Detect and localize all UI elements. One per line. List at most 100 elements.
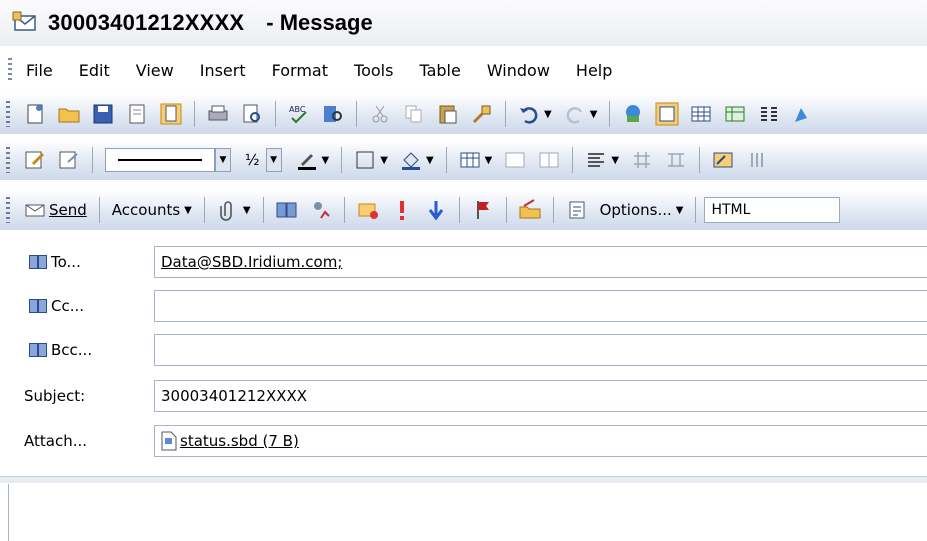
tables-borders-icon[interactable] [655,102,679,126]
reply-edit-icon[interactable] [57,148,81,172]
distribute-rows-icon[interactable] [630,148,654,172]
message-format-dropdown[interactable]: HTML [704,197,841,223]
cut-icon[interactable] [368,102,392,126]
toolbar-separator [356,101,357,127]
paste-icon[interactable] [436,102,460,126]
cc-field[interactable] [154,290,927,322]
open-folder-icon[interactable] [57,102,81,126]
menu-edit[interactable]: Edit [79,61,110,80]
toolbar-separator [695,197,697,223]
standard-toolbar: ABC ▼ ▼ [0,94,927,134]
distribute-columns-icon[interactable] [664,148,688,172]
address-book-icon[interactable] [275,198,299,222]
format-painter-icon[interactable] [470,102,494,126]
new-icon[interactable] [23,102,47,126]
toolbar-separator [458,197,460,223]
menu-view[interactable]: View [136,61,174,80]
line-style-dropdown[interactable] [105,148,215,172]
bcc-label: Bcc... [51,341,93,359]
send-button[interactable]: Send [49,201,87,219]
redo-icon[interactable] [563,102,587,126]
merge-cells-icon[interactable] [503,148,527,172]
chevron-down-icon[interactable]: ▼ [676,205,684,216]
toolbar-grip[interactable] [6,101,10,127]
menu-file[interactable]: File [26,61,53,80]
to-button[interactable]: To... [24,250,86,274]
lock-document-icon[interactable] [159,102,183,126]
accounts-button[interactable]: Accounts [112,201,180,219]
drawing-icon[interactable] [791,102,815,126]
toolbar-separator [505,197,507,223]
subject-label: Subject: [24,387,86,405]
insert-spreadsheet-icon[interactable] [723,102,747,126]
table-autoformat-icon[interactable] [711,148,735,172]
high-importance-icon[interactable] [390,198,414,222]
toolbar-grip[interactable] [6,197,10,223]
borders-icon[interactable] [353,148,377,172]
menu-grip[interactable] [8,58,12,82]
chevron-down-icon[interactable]: ▼ [544,109,552,120]
align-icon[interactable] [584,148,608,172]
options-button[interactable]: Options... [600,201,672,219]
edit-document-icon[interactable] [23,148,47,172]
menu-help[interactable]: Help [576,61,612,80]
copy-icon[interactable] [402,102,426,126]
to-recipient[interactable]: Data@SBD.Iridium.com; [161,253,342,271]
split-cells-icon[interactable] [537,148,561,172]
chevron-down-icon[interactable]: ▼ [265,148,282,172]
paperclip-icon[interactable] [216,198,240,222]
toolbar-separator [194,101,195,127]
line-weight-value[interactable]: ½ [245,151,260,169]
menu-tools[interactable]: Tools [354,61,393,80]
low-importance-icon[interactable] [424,198,448,222]
spelling-icon[interactable]: ABC [287,102,311,126]
permission-icon[interactable] [125,102,149,126]
body-divider[interactable] [0,476,927,483]
chevron-down-icon[interactable]: ▼ [243,205,251,216]
chevron-down-icon[interactable]: ▼ [215,148,231,172]
flag-icon[interactable] [471,198,495,222]
insert-table-icon[interactable] [458,148,482,172]
save-icon[interactable] [91,102,115,126]
chevron-down-icon[interactable]: ▼ [380,155,388,166]
chevron-down-icon[interactable]: ▼ [611,155,619,166]
shading-icon[interactable] [399,148,423,172]
cc-button[interactable]: Cc... [24,294,89,318]
research-icon[interactable] [321,102,345,126]
pen-color-icon[interactable] [295,148,319,172]
to-field[interactable]: Data@SBD.Iridium.com; [154,246,927,278]
menu-format[interactable]: Format [272,61,328,80]
attach-field[interactable]: status.sbd (7 B) [154,425,927,457]
insert-table-icon[interactable] [689,102,713,126]
subject-field[interactable]: 30003401212XXXX [154,380,927,412]
chevron-down-icon[interactable]: ▼ [485,155,493,166]
check-names-icon[interactable] [309,198,333,222]
toolbar-separator [572,147,574,173]
print-icon[interactable] [206,102,230,126]
columns-icon[interactable] [757,102,781,126]
toolbar-separator [343,197,345,223]
toolbar-grip[interactable] [6,147,10,173]
hyperlink-icon[interactable] [621,102,645,126]
create-rule-icon[interactable] [518,198,542,222]
menu-window[interactable]: Window [487,61,550,80]
permission-envelope-icon[interactable] [356,198,380,222]
to-row: To... Data@SBD.Iridium.com; [0,243,927,281]
chevron-down-icon[interactable]: ▼ [590,109,598,120]
undo-icon[interactable] [517,102,541,126]
chevron-down-icon[interactable]: ▼ [322,155,330,166]
print-preview-icon[interactable] [240,102,264,126]
message-body[interactable] [8,484,927,541]
bcc-row: Bcc... [0,331,927,369]
menu-table[interactable]: Table [419,61,460,80]
bcc-button[interactable]: Bcc... [24,338,97,362]
attach-label: Attach... [24,432,88,450]
attachment-link[interactable]: status.sbd (7 B) [180,432,299,450]
chevron-down-icon[interactable]: ▼ [184,205,192,216]
menu-insert[interactable]: Insert [200,61,246,80]
bcc-field[interactable] [154,334,927,366]
menu-bar: File Edit View Insert Format Tools Table… [0,50,927,90]
chevron-down-icon[interactable]: ▼ [426,155,434,166]
toolbar-separator [92,147,93,173]
text-direction-icon[interactable] [745,148,769,172]
